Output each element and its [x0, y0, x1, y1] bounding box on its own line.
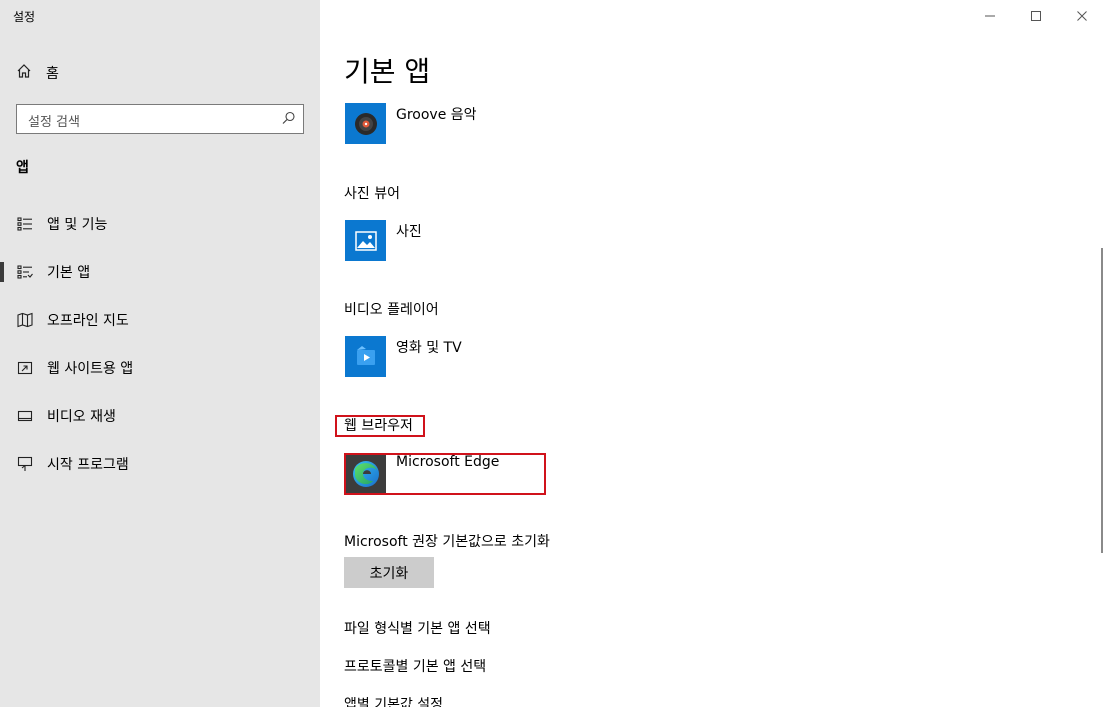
minimize-button[interactable]	[967, 0, 1013, 32]
reset-label: Microsoft 권장 기본값으로 초기화	[344, 534, 550, 550]
search-icon[interactable]	[282, 111, 296, 129]
sidebar-item-label: 오프라인 지도	[47, 313, 129, 329]
app-highlight-box	[344, 453, 546, 495]
home-icon	[16, 63, 32, 83]
sidebar-item-label: 비디오 재생	[47, 409, 116, 425]
video-playback-icon	[16, 407, 34, 425]
minimize-icon	[985, 15, 995, 17]
window-title: 설정	[13, 10, 36, 24]
sidebar-item-label: 앱 및 기능	[47, 217, 108, 233]
startup-icon	[16, 455, 34, 473]
movies-tv-icon	[345, 336, 386, 377]
set-defaults-by-app-link[interactable]: 앱별 기본값 설정	[344, 694, 443, 707]
search-placeholder: 설정 검색	[28, 115, 80, 130]
close-icon	[1077, 11, 1087, 21]
sidebar-item-label: 기본 앱	[47, 265, 91, 281]
maximize-icon	[1031, 11, 1041, 21]
home-nav-item[interactable]: 홈	[16, 62, 59, 84]
close-button[interactable]	[1059, 0, 1105, 32]
scrollbar[interactable]	[1101, 248, 1103, 553]
choose-by-protocol-link[interactable]: 프로토콜별 기본 앱 선택	[344, 656, 486, 676]
maximize-button[interactable]	[1013, 0, 1059, 32]
video-player-heading: 비디오 플레이어	[344, 302, 439, 318]
sidebar-item-label: 시작 프로그램	[47, 457, 129, 473]
app-name: 영화 및 TV	[396, 340, 462, 356]
music-player-default-app[interactable]: Groove 음악	[345, 103, 477, 145]
sidebar-item-default-apps[interactable]: 기본 앱	[0, 254, 320, 290]
photo-viewer-heading: 사진 뷰어	[344, 186, 400, 202]
heading-highlight-box	[335, 415, 425, 437]
groove-music-icon	[345, 103, 386, 144]
page-title: 기본 앱	[344, 55, 431, 88]
sidebar-item-label: 웹 사이트용 앱	[47, 361, 134, 377]
photo-viewer-default-app[interactable]: 사진	[345, 220, 422, 262]
reset-button[interactable]: 초기화	[344, 557, 434, 588]
sidebar-item-apps-for-websites[interactable]: 웹 사이트용 앱	[0, 350, 320, 386]
sidebar-item-video-playback[interactable]: 비디오 재생	[0, 398, 320, 434]
search-input[interactable]: 설정 검색	[16, 104, 304, 134]
sidebar-item-offline-maps[interactable]: 오프라인 지도	[0, 302, 320, 338]
choose-by-file-type-link[interactable]: 파일 형식별 기본 앱 선택	[344, 618, 491, 638]
default-apps-icon	[16, 263, 34, 281]
sidebar-item-startup[interactable]: 시작 프로그램	[0, 446, 320, 482]
offline-maps-icon	[16, 311, 34, 329]
apps-features-icon	[16, 215, 34, 233]
photos-icon	[345, 220, 386, 261]
apps-for-websites-icon	[16, 359, 34, 377]
app-name: 사진	[396, 224, 422, 240]
home-label: 홈	[46, 66, 59, 82]
section-title: 앱	[16, 160, 29, 176]
sidebar: 설정 홈 설정 검색 앱 앱 및 기능 기본 앱 오프라인 지도 웹 사이트용 …	[0, 0, 320, 707]
app-name: Groove 음악	[396, 107, 477, 123]
video-player-default-app[interactable]: 영화 및 TV	[345, 336, 462, 378]
sidebar-item-apps-features[interactable]: 앱 및 기능	[0, 206, 320, 242]
